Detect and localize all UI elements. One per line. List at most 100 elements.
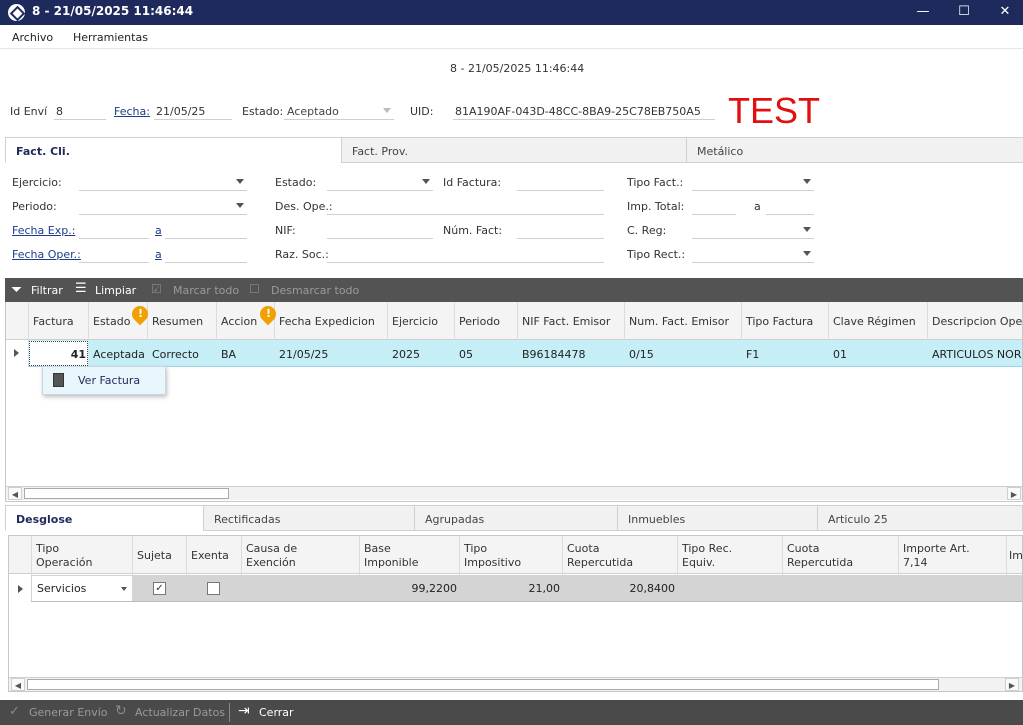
chevron-down-icon bbox=[803, 179, 811, 184]
filtrar-button[interactable]: Filtrar bbox=[31, 284, 63, 297]
cell-periodo[interactable]: 05 bbox=[459, 348, 473, 361]
ver-factura-menu-item[interactable]: Ver Factura bbox=[78, 374, 140, 387]
cell-num-fact-emisor[interactable]: 0/15 bbox=[629, 348, 654, 361]
estado-dropdown[interactable]: Aceptado bbox=[284, 103, 394, 120]
row-expand-icon[interactable] bbox=[18, 585, 23, 593]
main-grid-hscroll[interactable]: ◀ ▶ bbox=[6, 486, 1022, 500]
col-sujeta[interactable]: Sujeta bbox=[137, 549, 172, 562]
cell-tipo-impositivo[interactable]: 21,00 bbox=[464, 582, 561, 595]
tab-metalico[interactable]: Metálico bbox=[686, 137, 1023, 163]
col-tipo-operacion[interactable]: Tipo Operación bbox=[36, 542, 92, 570]
scroll-right-icon[interactable]: ▶ bbox=[1005, 678, 1019, 691]
marcar-todo-button[interactable]: Marcar todo bbox=[173, 284, 239, 297]
col-cuota-repercutida-2[interactable]: Cuota Repercutida bbox=[787, 542, 853, 570]
col-cuota-repercutida[interactable]: Cuota Repercutida bbox=[567, 542, 633, 570]
scroll-right-icon[interactable]: ▶ bbox=[1007, 487, 1021, 500]
exenta-checkbox[interactable] bbox=[207, 582, 220, 595]
menu-herramientas[interactable]: Herramientas bbox=[73, 31, 148, 44]
col-importe-art[interactable]: Importe Art. 7,14 bbox=[903, 542, 970, 570]
col-nif-fact-emisor[interactable]: NIF Fact. Emisor bbox=[522, 315, 610, 328]
fecha-exp-to[interactable] bbox=[165, 222, 247, 239]
scroll-left-icon[interactable]: ◀ bbox=[8, 487, 22, 500]
cell-descripcion-opera[interactable]: ARTICULOS NORM bbox=[932, 348, 1022, 361]
raz-soc-field[interactable] bbox=[327, 246, 604, 263]
col-clave-regimen[interactable]: Clave Régimen bbox=[833, 315, 916, 328]
cell-resumen[interactable]: Correcto bbox=[152, 348, 199, 361]
col-descripcion-opera[interactable]: Descripcion Opera bbox=[932, 315, 1022, 328]
ejercicio-dropdown[interactable] bbox=[79, 174, 247, 191]
col-im[interactable]: Im bbox=[1009, 549, 1022, 562]
tipo-operacion-dropdown[interactable]: Servicios bbox=[32, 576, 132, 601]
col-num-fact-emisor[interactable]: Num. Fact. Emisor bbox=[629, 315, 729, 328]
uid-field[interactable]: 81A190AF-043D-48CC-8BA9-25C78EB750A5 bbox=[453, 103, 715, 120]
imp-total-to[interactable] bbox=[766, 198, 814, 215]
tipo-fact-label: Tipo Fact.: bbox=[627, 176, 684, 189]
col-causa-exencion[interactable]: Causa de Exención bbox=[246, 542, 297, 570]
fecha-field[interactable]: 21/05/25 bbox=[154, 103, 232, 120]
cell-clave-regimen[interactable]: 01 bbox=[833, 348, 847, 361]
tab-fact-cli[interactable]: Fact. Cli. bbox=[5, 137, 342, 163]
fecha-oper-to[interactable] bbox=[165, 246, 247, 263]
fecha-exp-label[interactable]: Fecha Exp.: bbox=[12, 224, 75, 237]
maximize-button[interactable]: ☐ bbox=[944, 0, 984, 25]
col-base-imponible[interactable]: Base Imponible bbox=[364, 542, 419, 570]
cell-tipo-factura[interactable]: F1 bbox=[746, 348, 759, 361]
scroll-thumb[interactable] bbox=[24, 488, 229, 499]
fecha-oper-a[interactable]: a bbox=[155, 248, 162, 261]
cell-ejercicio[interactable]: 2025 bbox=[392, 348, 420, 361]
limpiar-button[interactable]: Limpiar bbox=[95, 284, 136, 297]
generar-envio-button[interactable]: Generar Envío bbox=[29, 706, 108, 719]
col-resumen[interactable]: Resumen bbox=[152, 315, 203, 328]
periodo-dropdown[interactable] bbox=[79, 198, 247, 215]
tipo-fact-dropdown[interactable] bbox=[692, 174, 814, 191]
c-reg-dropdown[interactable] bbox=[692, 222, 814, 239]
menu-archivo[interactable]: Archivo bbox=[12, 31, 53, 44]
cell-estado[interactable]: Aceptada bbox=[93, 348, 145, 361]
tab-desglose[interactable]: Desglose bbox=[5, 505, 204, 531]
id-factura-field[interactable] bbox=[517, 174, 604, 191]
col-ejercicio[interactable]: Ejercicio bbox=[392, 315, 438, 328]
cell-factura[interactable]: 41 bbox=[34, 348, 86, 361]
col-periodo[interactable]: Periodo bbox=[459, 315, 500, 328]
cell-base-imponible[interactable]: 99,2200 bbox=[364, 582, 458, 595]
sujeta-checkbox[interactable]: ✓ bbox=[153, 582, 166, 595]
imp-total-from[interactable] bbox=[692, 198, 736, 215]
cell-fecha-expedicion[interactable]: 21/05/25 bbox=[279, 348, 328, 361]
fecha-oper-from[interactable] bbox=[79, 246, 149, 263]
cell-nif-fact-emisor[interactable]: B96184478 bbox=[522, 348, 586, 361]
fecha-oper-label[interactable]: Fecha Oper.: bbox=[12, 248, 81, 261]
col-factura[interactable]: Factura bbox=[33, 315, 74, 328]
tab-rectificadas[interactable]: Rectificadas bbox=[203, 505, 415, 531]
actualizar-datos-button[interactable]: Actualizar Datos bbox=[135, 706, 225, 719]
fecha-exp-from[interactable] bbox=[79, 222, 149, 239]
detail-grid-hscroll[interactable]: ◀ ▶ bbox=[9, 677, 1022, 691]
cell-cuota-repercutida[interactable]: 20,8400 bbox=[567, 582, 676, 595]
row-expand-icon[interactable] bbox=[14, 349, 19, 357]
col-exenta[interactable]: Exenta bbox=[191, 549, 229, 562]
col-tipo-factura[interactable]: Tipo Factura bbox=[746, 315, 813, 328]
estado-filter-dropdown[interactable] bbox=[327, 174, 433, 191]
des-ope-field[interactable] bbox=[327, 198, 604, 215]
close-button[interactable]: ✕ bbox=[985, 0, 1023, 25]
tab-agrupadas[interactable]: Agrupadas bbox=[414, 505, 618, 531]
tab-inmuebles[interactable]: Inmuebles bbox=[617, 505, 818, 531]
nif-field[interactable] bbox=[327, 222, 433, 239]
cerrar-button[interactable]: Cerrar bbox=[259, 706, 294, 719]
col-accion[interactable]: Accion bbox=[221, 315, 257, 328]
scroll-thumb[interactable] bbox=[27, 679, 939, 690]
col-tipo-impositivo[interactable]: Tipo Impositivo bbox=[464, 542, 521, 570]
fecha-exp-a[interactable]: a bbox=[155, 224, 162, 237]
num-fact-field[interactable] bbox=[517, 222, 604, 239]
cell-accion[interactable]: BA bbox=[221, 348, 236, 361]
id-envio-field[interactable]: 8 bbox=[54, 103, 106, 120]
col-estado[interactable]: Estado bbox=[93, 315, 130, 328]
scroll-left-icon[interactable]: ◀ bbox=[11, 678, 25, 691]
tab-articulo-25[interactable]: Articulo 25 bbox=[817, 505, 1023, 531]
desmarcar-todo-button[interactable]: Desmarcar todo bbox=[271, 284, 359, 297]
tipo-rect-dropdown[interactable] bbox=[692, 246, 814, 263]
col-tipo-rec-equiv[interactable]: Tipo Rec. Equiv. bbox=[682, 542, 732, 570]
tab-fact-prov[interactable]: Fact. Prov. bbox=[341, 137, 687, 163]
col-fecha-expedicion[interactable]: Fecha Expedicion bbox=[279, 315, 375, 328]
fecha-label[interactable]: Fecha: bbox=[114, 105, 150, 118]
minimize-button[interactable]: — bbox=[903, 0, 943, 25]
